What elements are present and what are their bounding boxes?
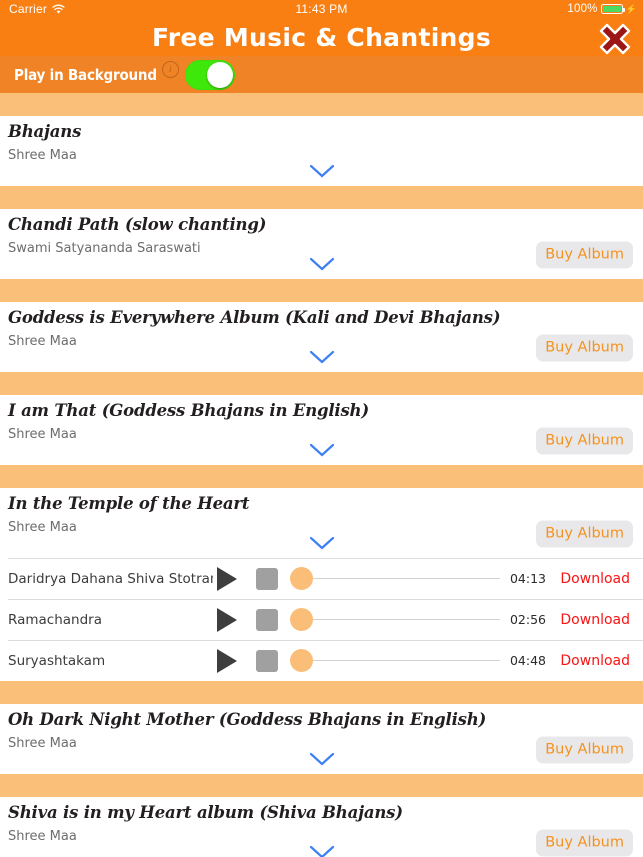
album-row[interactable]: I am That (Goddess Bhajans in English) Sh…: [0, 395, 643, 465]
status-bar: Carrier 11:43 PM 100% ⚡: [0, 0, 643, 18]
chevron-down-icon[interactable]: [309, 443, 335, 458]
buy-album-button[interactable]: Buy Album: [536, 736, 633, 764]
chevron-down-icon[interactable]: [309, 257, 335, 272]
track-row[interactable]: Daridrya Dahana Shiva Stotram 04:13 Downlo…: [0, 558, 643, 599]
album-row[interactable]: Oh Dark Night Mother (Goddess Bhajans in…: [0, 704, 643, 774]
album-separator: [0, 774, 643, 797]
buy-album-button[interactable]: Buy Album: [536, 520, 633, 548]
album-separator: [0, 372, 643, 395]
track-duration: 02:56: [509, 612, 546, 627]
chevron-down-icon[interactable]: [309, 845, 335, 857]
play-in-background-toggle[interactable]: [184, 59, 235, 90]
status-bar-right: 100% ⚡: [567, 3, 643, 15]
chevron-down-icon[interactable]: [309, 752, 335, 767]
battery-icon: [600, 4, 625, 14]
status-bar-time: 11:43 PM: [295, 2, 348, 16]
page-title: Free Music & Chantings: [151, 22, 492, 52]
album-row[interactable]: Shiva is in my Heart album (Shiva Bhajan…: [0, 797, 643, 857]
album-title: Bhajans: [8, 122, 82, 141]
slider-track: [301, 577, 500, 580]
track-name: Daridrya Dahana Shiva Stotram: [8, 570, 213, 587]
chevron-down-icon[interactable]: [309, 536, 335, 551]
wifi-icon: [52, 4, 65, 15]
track-name: Ramachandra: [8, 611, 102, 628]
track-row[interactable]: Ramachandra 02:56 Download: [0, 599, 643, 640]
stop-icon[interactable]: [256, 608, 278, 631]
play-icon[interactable]: [217, 566, 237, 591]
toggle-knob: [206, 61, 233, 88]
slider-track: [301, 659, 500, 662]
track-row[interactable]: Suryashtakam 04:48 Download: [0, 640, 643, 681]
buy-album-button[interactable]: Buy Album: [536, 334, 633, 362]
album-separator: [0, 465, 643, 488]
album-title: Goddess is Everywhere Album (Kali and De…: [8, 308, 501, 327]
track-duration: 04:13: [509, 571, 546, 586]
track-progress-slider[interactable]: [290, 649, 500, 673]
info-circle-icon[interactable]: i: [161, 60, 179, 78]
album-separator: [0, 186, 643, 209]
download-link[interactable]: Download: [560, 571, 630, 587]
track-progress-slider[interactable]: [290, 567, 500, 591]
slider-knob[interactable]: [290, 649, 313, 672]
album-title: Chandi Path (slow chanting): [8, 215, 267, 234]
status-bar-left: Carrier: [0, 2, 65, 16]
play-in-background-label: Play in Background: [14, 65, 157, 84]
track-duration: 04:48: [509, 653, 546, 668]
slider-track: [301, 618, 500, 621]
play-icon[interactable]: [217, 607, 237, 632]
track-name: Suryashtakam: [8, 652, 106, 669]
album-row[interactable]: Chandi Path (slow chanting) Swami Satyana…: [0, 209, 643, 279]
slider-knob[interactable]: [290, 567, 313, 590]
stop-icon[interactable]: [256, 567, 278, 590]
album-row[interactable]: In the Temple of the Heart Shree Maa Buy A…: [0, 488, 643, 558]
album-separator: [0, 681, 643, 704]
track-progress-slider[interactable]: [290, 608, 500, 632]
chevron-down-icon[interactable]: [309, 350, 335, 365]
play-icon[interactable]: [217, 648, 237, 673]
album-title: Shiva is in my Heart album (Shiva Bhajan…: [8, 803, 403, 822]
album-list[interactable]: Bhajans Shree Maa Chandi Path (slow chanti…: [0, 93, 643, 857]
download-link[interactable]: Download: [560, 653, 630, 669]
stop-icon[interactable]: [256, 649, 278, 672]
close-x-icon[interactable]: [595, 17, 635, 57]
album-title: In the Temple of the Heart: [8, 494, 250, 513]
chevron-down-icon[interactable]: [309, 164, 335, 179]
album-artist: Shree Maa: [8, 148, 77, 163]
slider-knob[interactable]: [290, 608, 313, 631]
battery-fill: [602, 6, 621, 12]
app-header: Free Music & Chantings: [0, 18, 643, 56]
carrier-label: Carrier: [9, 2, 48, 16]
album-separator: [0, 279, 643, 302]
album-row[interactable]: Bhajans Shree Maa: [0, 116, 643, 186]
lightning-bolt-icon: ⚡: [625, 3, 637, 14]
buy-album-button[interactable]: Buy Album: [536, 241, 633, 269]
buy-album-button[interactable]: Buy Album: [536, 829, 633, 857]
play-in-background-bar: Play in Background i: [0, 56, 643, 93]
app-screen: Carrier 11:43 PM 100% ⚡ Free Music & Cha…: [0, 0, 643, 857]
album-row[interactable]: Goddess is Everywhere Album (Kali and De…: [0, 302, 643, 372]
album-separator: [0, 93, 643, 116]
download-link[interactable]: Download: [560, 612, 630, 628]
buy-album-button[interactable]: Buy Album: [536, 427, 633, 455]
album-title: I am That (Goddess Bhajans in English): [8, 401, 369, 420]
battery-percent-label: 100%: [567, 3, 598, 15]
album-title: Oh Dark Night Mother (Goddess Bhajans in…: [8, 710, 487, 729]
